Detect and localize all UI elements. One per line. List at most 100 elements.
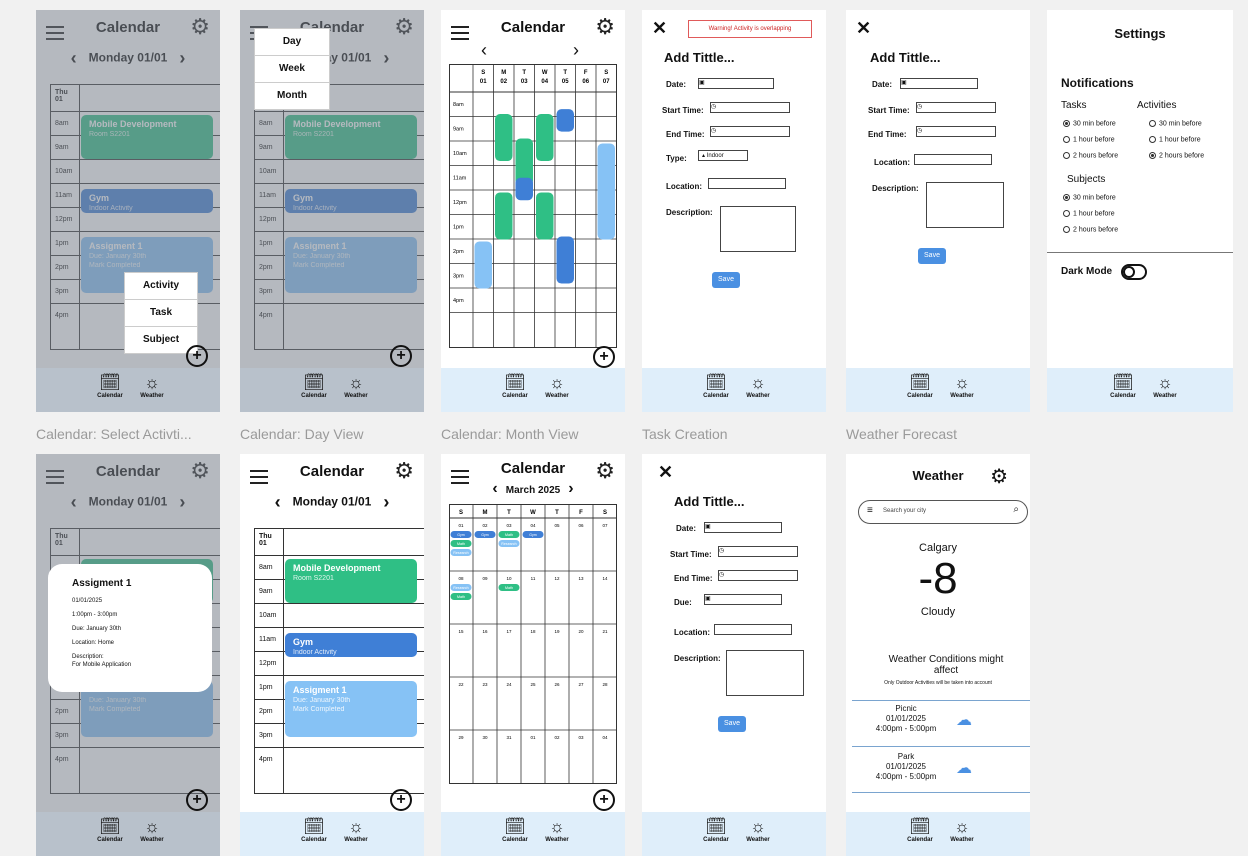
prev-week-icon[interactable]: ‹ [481, 40, 487, 61]
add-icon[interactable]: + [186, 789, 208, 811]
menu-item-activity[interactable]: Activity [125, 273, 197, 300]
calendar-icon: 🗓 [504, 373, 526, 392]
save-button[interactable]: Save [712, 272, 740, 288]
next-day-icon[interactable]: › [383, 492, 389, 513]
location-field[interactable] [714, 624, 792, 635]
nav-calendar[interactable]: 🗓 Calendar [495, 373, 535, 399]
nav-calendar[interactable]: 🗓 Calendar [696, 373, 736, 399]
nav-calendar[interactable]: 🗓 Calendar [696, 817, 736, 843]
date-field[interactable]: ▣ [704, 522, 782, 533]
city-search[interactable]: ≡ Search your city ⌕ [858, 500, 1028, 524]
nav-weather[interactable]: ☼ Weather [336, 373, 376, 399]
menu-item-task[interactable]: Task [125, 300, 197, 327]
menu-item-day[interactable]: Day [255, 29, 329, 56]
event-mobile-development[interactable]: Mobile DevelopmentRoom S2201 [285, 559, 417, 603]
description-field[interactable] [926, 182, 1004, 228]
prev-month-icon[interactable]: ‹ [492, 480, 497, 497]
type-select[interactable]: ▴ Indoor [698, 150, 748, 161]
gear-icon[interactable]: ⚙ [394, 460, 414, 482]
temperature: -8 [918, 554, 958, 603]
save-button[interactable]: Save [718, 716, 746, 732]
subject-option-1hour[interactable]: 1 hour before [1063, 210, 1115, 217]
menu-item-month[interactable]: Month [255, 83, 329, 109]
gear-icon[interactable]: ⚙ [595, 16, 615, 38]
search-icon[interactable]: ⌕ [1013, 504, 1019, 515]
location-field[interactable] [708, 178, 786, 189]
sun-icon: ☼ [144, 817, 160, 836]
affected-item[interactable]: Park 01/01/2025 4:00pm - 5:00pm ☁ [866, 752, 1006, 790]
activity-option-30min[interactable]: 30 min before [1149, 120, 1202, 127]
week-event-block [495, 114, 513, 162]
close-icon[interactable]: ✕ [856, 18, 871, 39]
end-time-field[interactable]: ◷ [718, 570, 798, 581]
add-icon[interactable]: + [593, 346, 615, 368]
add-icon[interactable]: + [390, 345, 412, 367]
radio-icon [1063, 194, 1070, 201]
location-field[interactable] [914, 154, 992, 165]
gear-icon[interactable]: ⚙ [990, 464, 1008, 489]
date-field[interactable]: ▣ [900, 78, 978, 89]
task-option-30min[interactable]: 30 min before [1063, 120, 1116, 127]
nav-calendar[interactable]: 🗓 Calendar [900, 373, 940, 399]
nav-calendar[interactable]: 🗓 Calendar [495, 817, 535, 843]
start-time-field[interactable]: ◷ [916, 102, 996, 113]
end-time-field[interactable]: ◷ [710, 126, 790, 137]
detail-location: Location: Home [72, 640, 115, 646]
activity-option-1hour[interactable]: 1 hour before [1149, 136, 1201, 143]
nav-calendar[interactable]: 🗓 Calendar [90, 373, 130, 399]
activity-option-2hours[interactable]: 2 hours before [1149, 152, 1204, 159]
nav-weather[interactable]: ☼ Weather [132, 817, 172, 843]
nav-weather[interactable]: ☼ Weather [738, 373, 778, 399]
nav-weather[interactable]: ☼ Weather [132, 373, 172, 399]
prev-day-icon[interactable]: ‹ [275, 492, 281, 513]
screen-settings: Settings Notifications Tasks Activities … [1047, 10, 1233, 412]
nav-weather[interactable]: ☼ Weather [537, 817, 577, 843]
nav-calendar[interactable]: 🗓 Calendar [90, 817, 130, 843]
event-chip-label: Gym [481, 533, 489, 537]
next-month-icon[interactable]: › [568, 480, 573, 497]
nav-weather[interactable]: ☼ Weather [537, 373, 577, 399]
description-field[interactable] [720, 206, 796, 252]
day-number: 11 [531, 576, 536, 581]
day-number: 04 [602, 735, 608, 740]
subject-option-30min[interactable]: 30 min before [1063, 194, 1116, 201]
menu-icon[interactable]: ≡ [867, 505, 873, 516]
nav-weather[interactable]: ☼ Weather [738, 817, 778, 843]
end-time-field[interactable]: ◷ [916, 126, 996, 137]
next-week-icon[interactable]: › [573, 40, 579, 61]
subject-option-2hours[interactable]: 2 hours before [1063, 226, 1118, 233]
start-time-field[interactable]: ◷ [718, 546, 798, 557]
detail-title: Assigment 1 [72, 578, 132, 589]
description-field[interactable] [726, 650, 804, 696]
menu-item-week[interactable]: Week [255, 56, 329, 83]
nav-calendar[interactable]: 🗓 Calendar [294, 373, 334, 399]
nav-weather[interactable]: ☼ Weather [1145, 373, 1185, 399]
nav-calendar[interactable]: 🗓 Calendar [294, 817, 334, 843]
close-icon[interactable]: ✕ [652, 18, 667, 39]
add-icon[interactable]: + [593, 789, 615, 811]
task-option-2hours[interactable]: 2 hours before [1063, 152, 1118, 159]
start-time-field[interactable]: ◷ [710, 102, 790, 113]
due-field[interactable]: ▣ [704, 594, 782, 605]
nav-calendar[interactable]: 🗓 Calendar [1103, 373, 1143, 399]
gear-icon[interactable]: ⚙ [595, 460, 615, 482]
affected-item[interactable]: Picnic 01/01/2025 4:00pm - 5:00pm ☁ [866, 704, 1006, 742]
nav-weather[interactable]: ☼ Weather [336, 817, 376, 843]
city-name: Calgary [919, 542, 957, 554]
nav-calendar[interactable]: 🗓 Calendar [900, 817, 940, 843]
dark-mode-toggle[interactable] [1121, 264, 1147, 280]
add-icon[interactable]: + [186, 345, 208, 367]
save-button[interactable]: Save [918, 248, 946, 264]
day-number: 15 [458, 629, 464, 634]
task-option-1hour[interactable]: 1 hour before [1063, 136, 1115, 143]
nav-weather[interactable]: ☼ Weather [942, 817, 982, 843]
nav-weather[interactable]: ☼ Weather [942, 373, 982, 399]
event-gym[interactable]: GymIndoor Activity [285, 633, 417, 657]
weekday-number: 01 [480, 79, 487, 85]
date-field[interactable]: ▣ [698, 78, 774, 89]
close-icon[interactable]: ✕ [658, 462, 673, 483]
event-assignment[interactable]: Assigment 1Due: January 30thMark Complet… [285, 681, 417, 737]
add-icon[interactable]: + [390, 789, 412, 811]
menu-item-subject[interactable]: Subject [125, 327, 197, 353]
divider [1047, 252, 1233, 253]
